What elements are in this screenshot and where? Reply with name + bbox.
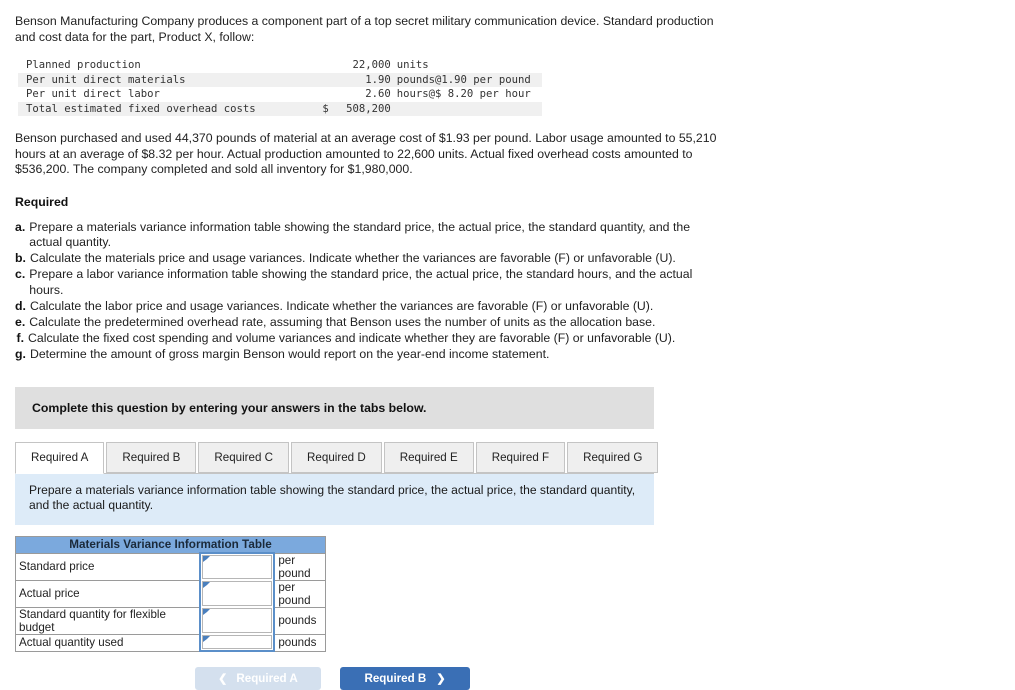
standard-price-input-cell[interactable] xyxy=(199,552,276,581)
tab-instruction-panel: Prepare a materials variance information… xyxy=(15,473,654,525)
required-item-b: b. Calculate the materials price and usa… xyxy=(15,251,715,267)
data-row-dollar: $ xyxy=(322,102,329,115)
answer-row-unit: per pound xyxy=(273,552,327,581)
answer-table-title-row: Materials Variance Information Table xyxy=(15,535,326,554)
data-row-dollar xyxy=(275,87,333,102)
table-row: Actual price per pound xyxy=(15,579,327,608)
tab-required-d[interactable]: Required D xyxy=(291,441,382,473)
standard-cost-data-table: Planned production 22,000 units Per unit… xyxy=(18,58,542,116)
question-page: Benson Manufacturing Company produces a … xyxy=(0,0,1015,690)
required-item-text: Calculate the materials price and usage … xyxy=(29,251,676,266)
standard-quantity-input-cell[interactable] xyxy=(199,607,276,635)
data-row: Planned production 22,000 units xyxy=(18,58,542,73)
required-item-text: Calculate the predetermined overhead rat… xyxy=(29,315,656,330)
cell-flag-icon xyxy=(203,609,211,616)
next-requirement-button[interactable]: Required B ❯ xyxy=(340,667,470,690)
required-item-f: f. Calculate the fixed cost spending and… xyxy=(15,331,715,347)
required-item-letter: a. xyxy=(15,219,26,234)
data-row-unit: units xyxy=(396,59,429,71)
cell-flag-icon xyxy=(203,582,211,589)
intro-paragraph-2: Benson purchased and used 44,370 pounds … xyxy=(15,131,717,176)
required-item-letter: c. xyxy=(15,267,26,282)
answer-table-head: Materials Variance Information Table xyxy=(15,535,326,554)
materials-variance-answer-table: Materials Variance Information Table Sta… xyxy=(15,535,327,653)
data-row-label: Total estimated fixed overhead costs xyxy=(26,102,256,115)
required-item-text: Prepare a materials variance information… xyxy=(29,219,691,250)
actual-price-input-cell[interactable] xyxy=(199,580,276,608)
requirement-tabs: Required A Required B Required C Require… xyxy=(15,441,659,474)
cell-flag-icon xyxy=(203,556,211,563)
tab-required-g[interactable]: Required G xyxy=(567,441,659,473)
input-box[interactable] xyxy=(202,555,273,580)
intro-paragraph-1: Benson Manufacturing Company produces a … xyxy=(15,14,714,44)
data-row-unit xyxy=(391,102,542,117)
required-item-letter: e. xyxy=(15,315,26,330)
data-row-label: Planned production xyxy=(26,59,141,71)
actual-quantity-input-cell[interactable] xyxy=(199,634,276,653)
tab-required-f[interactable]: Required F xyxy=(475,441,566,473)
table-row: Standard quantity for flexible budget po… xyxy=(15,606,327,635)
data-row-value: 508,200 xyxy=(346,102,391,115)
input-box[interactable] xyxy=(202,608,273,634)
complete-question-banner-text: Complete this question by entering your … xyxy=(32,400,427,415)
data-row: Per unit direct labor 2.60 hours@$ 8.20 … xyxy=(18,87,542,102)
standard-cost-data-body: Planned production 22,000 units Per unit… xyxy=(18,58,542,116)
tab-required-b[interactable]: Required B xyxy=(106,441,197,473)
required-heading: Required xyxy=(15,194,69,209)
answer-row-label: Standard price xyxy=(15,552,201,581)
previous-requirement-label: Required A xyxy=(236,672,298,686)
answer-table-title: Materials Variance Information Table xyxy=(15,535,326,554)
required-item-c: c. Prepare a labor variance information … xyxy=(15,267,715,298)
answer-table-body: Standard price per pound Actual price pe… xyxy=(15,552,327,653)
required-item-text: Determine the amount of gross margin Ben… xyxy=(29,347,550,362)
input-box[interactable] xyxy=(202,635,273,650)
required-item-text: Calculate the labor price and usage vari… xyxy=(29,298,654,313)
complete-question-banner: Complete this question by entering your … xyxy=(15,386,654,429)
table-row: Actual quantity used pounds xyxy=(15,633,327,653)
required-item-g: g. Determine the amount of gross margin … xyxy=(15,347,715,363)
tab-required-e[interactable]: Required E xyxy=(383,441,474,473)
required-item-letter: b. xyxy=(15,251,26,266)
answer-row-label: Standard quantity for flexible budget xyxy=(15,606,201,635)
required-list: a. Prepare a materials variance informat… xyxy=(15,220,715,363)
data-row-label: Per unit direct materials xyxy=(26,73,186,86)
tab-required-a[interactable]: Required A xyxy=(15,441,105,474)
answer-row-label: Actual price xyxy=(15,579,201,608)
data-row-unit: hours@$ 8.20 per hour xyxy=(396,88,531,100)
required-item-d: d. Calculate the labor price and usage v… xyxy=(15,299,715,315)
required-item-text: Calculate the fixed cost spending and vo… xyxy=(28,331,676,346)
required-item-letter: d. xyxy=(15,298,26,313)
cell-flag-icon xyxy=(203,636,211,643)
answer-row-label: Actual quantity used xyxy=(15,633,201,652)
data-row-unit: pounds@1.90 per pound xyxy=(396,73,531,86)
required-item-letter: f. xyxy=(16,331,24,346)
answer-row-unit: pounds xyxy=(273,606,327,635)
input-box[interactable] xyxy=(202,581,273,607)
tab-required-c[interactable]: Required C xyxy=(198,441,290,473)
required-item-letter: g. xyxy=(15,347,26,362)
answer-row-unit: pounds xyxy=(273,633,327,652)
table-row: Standard price per pound xyxy=(15,552,327,581)
data-row-dollar xyxy=(275,58,333,73)
data-row: Per unit direct materials 1.90 pounds@1.… xyxy=(18,72,542,88)
chevron-left-icon: ❮ xyxy=(218,673,228,686)
data-row-label: Per unit direct labor xyxy=(26,88,160,100)
previous-requirement-button[interactable]: ❮ Required A xyxy=(195,667,321,690)
data-row: Total estimated fixed overhead costs $ 5… xyxy=(18,101,542,117)
required-item-text: Prepare a labor variance information tab… xyxy=(29,267,693,297)
data-row-dollar xyxy=(275,73,333,88)
required-item-e: e. Calculate the predetermined overhead … xyxy=(15,315,715,331)
data-row-value: 1.90 xyxy=(365,73,391,86)
tab-navigation: ❮ Required A Required B ❯ xyxy=(195,667,1015,690)
chevron-right-icon: ❯ xyxy=(436,673,446,686)
next-requirement-label: Required B xyxy=(364,672,427,686)
required-item-a: a. Prepare a materials variance informat… xyxy=(15,220,715,251)
data-row-value: 2.60 xyxy=(365,88,391,100)
answer-row-unit: per pound xyxy=(273,579,327,608)
data-row-value: 22,000 xyxy=(352,59,391,71)
